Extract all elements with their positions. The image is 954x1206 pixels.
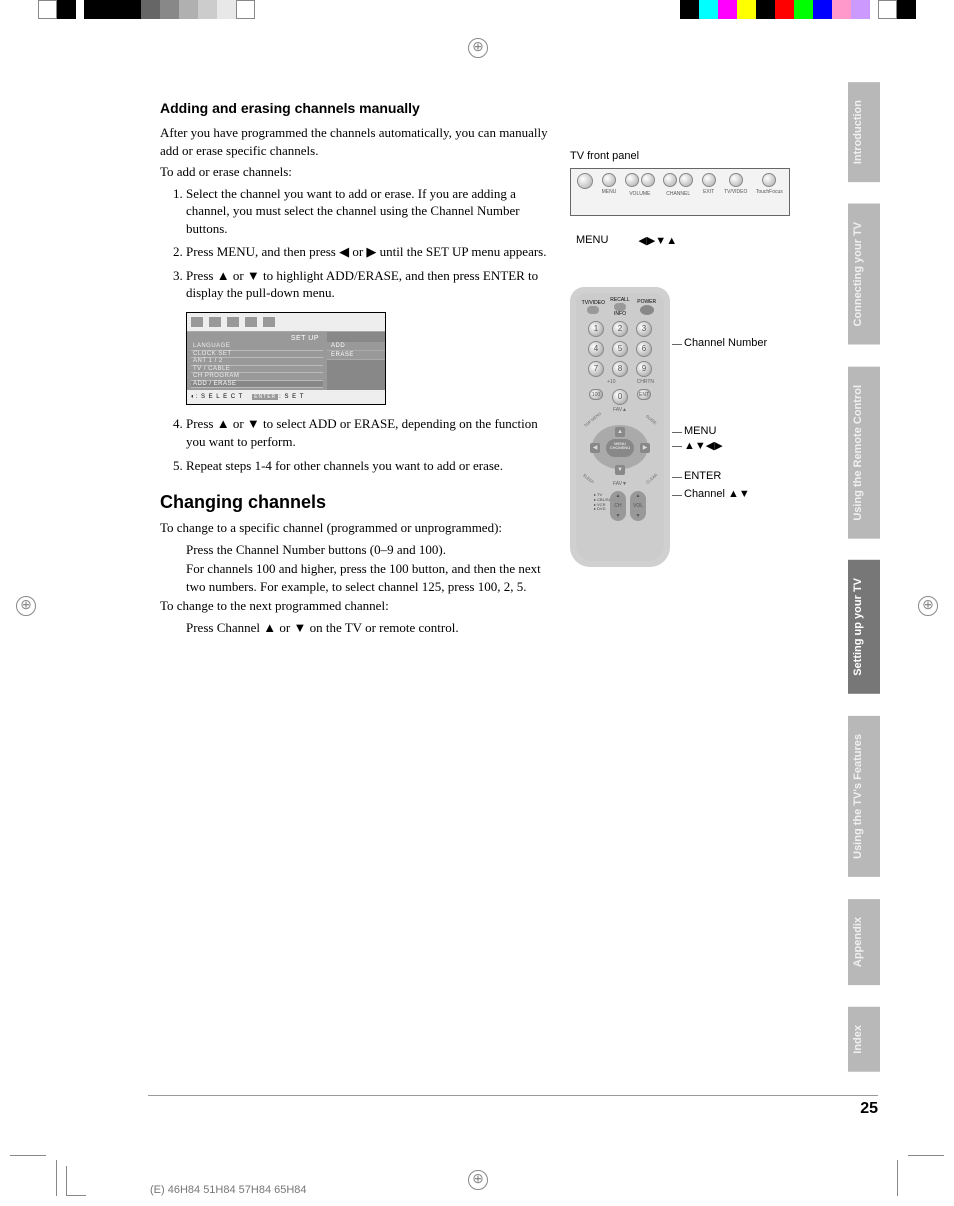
- step-item: Press ▲ or ▼ to select ADD or ERASE, dep…: [186, 415, 555, 450]
- tab-remote: Using the Remote Control: [848, 367, 880, 539]
- volume-rocker-icon: ▲VOL▼: [630, 491, 646, 521]
- callout-arrows: ▲▼◀▶: [684, 439, 800, 452]
- num-button-0: 0: [612, 389, 628, 405]
- body-text: For channels 100 and higher, press the 1…: [186, 560, 555, 595]
- mode-selector: TV CBL/SAT VCR DVD: [594, 491, 606, 521]
- num-button-1: 1: [588, 321, 604, 337]
- body-text: After you have programmed the channels a…: [160, 124, 555, 159]
- ent-button-icon: ENT: [637, 389, 651, 400]
- crop-mark-icon: [874, 1136, 944, 1196]
- step-item: Select the channel you want to add or er…: [186, 185, 555, 238]
- recall-button-icon: [614, 303, 626, 311]
- menu-item: CH PROGRAM: [191, 373, 323, 381]
- menu-tab-icon: [227, 317, 239, 327]
- menu-header: SET UP: [191, 334, 323, 343]
- power-button-icon: [640, 305, 654, 315]
- section-heading: Adding and erasing channels manually: [160, 100, 555, 116]
- body-text: To change to the next programmed channel…: [160, 597, 555, 615]
- num-button-8: 8: [612, 361, 628, 377]
- caption-text: MENU: [576, 234, 608, 247]
- dpad-right-icon: ▶: [640, 443, 650, 453]
- registration-mark-icon: ⊕: [468, 1170, 488, 1190]
- channel-down-icon: [663, 173, 677, 187]
- tab-connecting: Connecting your TV: [848, 204, 880, 345]
- dpad-up-icon: ▲: [615, 427, 625, 437]
- menu-tab-icon: [191, 317, 203, 327]
- menu-tab-icon: [263, 317, 275, 327]
- num-button-5: 5: [612, 341, 628, 357]
- num-button-6: 6: [636, 341, 652, 357]
- menu-item-selected: ADD / ERASE: [191, 381, 323, 389]
- registration-mark-icon: ⊕: [918, 596, 938, 616]
- menu-enter-button-icon: MENU CHCMENU: [606, 439, 634, 457]
- menu-footer: ◐: S E L E C T ENTER: S E T: [187, 390, 385, 404]
- step-item: Press MENU, and then press ◀ or ▶ until …: [186, 243, 555, 261]
- volume-down-icon: [625, 173, 639, 187]
- tv-front-panel-diagram: MENU VOLUME CHANNEL EXIT TV/VIDEO TouchF…: [570, 168, 790, 216]
- tab-setting-up: Setting up your TV: [848, 560, 880, 694]
- footer-model-text: (E) 46H84 51H84 57H84 65H84: [150, 1184, 307, 1196]
- dpad-down-icon: ▼: [615, 465, 625, 475]
- main-text-column: Adding and erasing channels manually Aft…: [160, 100, 555, 638]
- menu-item: TV / CABLE: [191, 366, 323, 374]
- body-text: To change to a specific channel (program…: [160, 519, 555, 537]
- menu-item: ANT 1 / 2: [191, 358, 323, 366]
- body-text: To add or erase channels:: [160, 163, 555, 181]
- figure-column: TV front panel MENU VOLUME CHANNEL EXIT …: [570, 100, 800, 567]
- dpad-left-icon: ◀: [590, 443, 600, 453]
- dpad: TOP MENU GUIDE ▲ ▼ ◀ ▶ MENU CHCMENU SLEE…: [582, 417, 658, 477]
- figure-label: TV front panel: [570, 150, 800, 162]
- tab-appendix: Appendix: [848, 899, 880, 985]
- tvvideo-button-icon: [587, 306, 599, 314]
- menu-option: ADD: [327, 342, 385, 351]
- callout-menu: MENU: [684, 425, 800, 437]
- registration-mark-icon: ⊕: [468, 38, 488, 58]
- crop-mark-icon: [10, 1136, 80, 1196]
- tvvideo-button-icon: [729, 173, 743, 187]
- callout-enter: ENTER: [684, 470, 800, 482]
- num-button-4: 4: [588, 341, 604, 357]
- grayscale-bar: [38, 0, 255, 19]
- menu-button-icon: [602, 173, 616, 187]
- tab-index: Index: [848, 1007, 880, 1072]
- menu-item: LANGUAGE: [191, 343, 323, 351]
- body-text: Press Channel ▲ or ▼ on the TV or remote…: [186, 619, 555, 637]
- num-button-2: 2: [612, 321, 628, 337]
- num-button-9: 9: [636, 361, 652, 377]
- arrow-glyphs-icon: ◀▶▼▲: [638, 234, 677, 247]
- num-button-3: 3: [636, 321, 652, 337]
- volume-up-icon: [641, 173, 655, 187]
- section-heading: Changing channels: [160, 492, 555, 513]
- body-text: Press the Channel Number buttons (0–9 an…: [186, 541, 555, 559]
- chapter-tabs: Introduction Connecting your TV Using th…: [848, 82, 880, 1072]
- tab-features: Using the TV's Features: [848, 716, 880, 877]
- callout-channel-updown: Channel ▲▼: [684, 488, 800, 500]
- menu-item: CLOCK SET: [191, 351, 323, 359]
- printer-color-bar: [0, 0, 954, 38]
- menu-tab-icon: [245, 317, 257, 327]
- callout-channel-number: Channel Number: [684, 337, 800, 349]
- step-item: Press ▲ or ▼ to highlight ADD/ERASE, and…: [186, 267, 555, 302]
- tab-introduction: Introduction: [848, 82, 880, 182]
- menu-option: ERASE: [327, 351, 385, 360]
- step-item: Repeat steps 1-4 for other channels you …: [186, 457, 555, 475]
- menu-tab-icon: [209, 317, 221, 327]
- page-number: 25: [148, 1095, 878, 1118]
- remote-control-diagram: TV/VIDEO RECALLINFO POWER 1 2 3 4 5 6 7 …: [570, 287, 670, 567]
- registration-mark-icon: ⊕: [16, 596, 36, 616]
- exit-button-icon: [702, 173, 716, 187]
- channel-up-icon: [679, 173, 693, 187]
- num-button-7: 7: [588, 361, 604, 377]
- remote-callouts: Channel Number MENU ▲▼◀▶ ENTER Channel ▲…: [670, 287, 800, 567]
- power-button-icon: [577, 173, 593, 189]
- touchfocus-button-icon: [762, 173, 776, 187]
- num-button-100: 100: [589, 389, 603, 400]
- onscreen-menu-diagram: SET UP LANGUAGE CLOCK SET ANT 1 / 2 TV /…: [186, 312, 386, 406]
- channel-rocker-icon: ▲CH▼: [610, 491, 626, 521]
- color-bar: [680, 0, 916, 19]
